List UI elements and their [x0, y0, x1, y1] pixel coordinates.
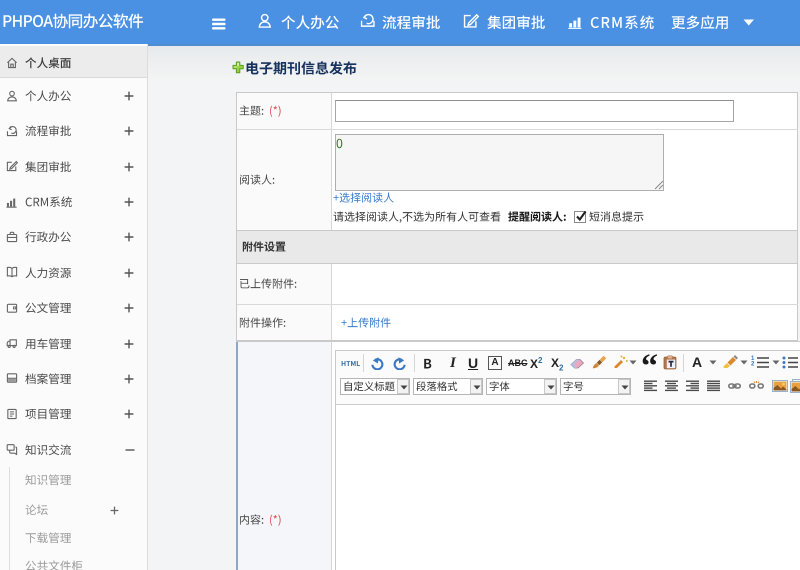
- svg-text:2: 2: [751, 362, 755, 368]
